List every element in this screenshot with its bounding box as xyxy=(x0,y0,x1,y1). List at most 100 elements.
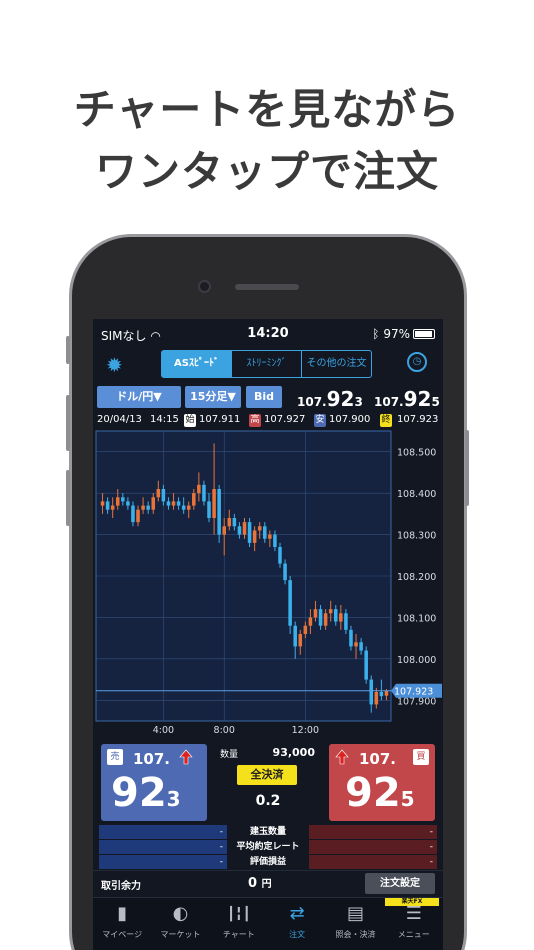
timer-icon[interactable]: ◷ xyxy=(407,352,427,372)
close-tag: 終 xyxy=(380,414,392,427)
gear-icon[interactable]: ✹ xyxy=(106,353,123,377)
low-value: 107.900 xyxy=(329,414,371,425)
ohlc-date: 20/04/13 xyxy=(97,414,142,425)
candle-body xyxy=(298,634,303,647)
tab-streaming[interactable]: ｽﾄﾘｰﾐﾝｸﾞ xyxy=(232,351,302,377)
x-tick-label: 4:00 xyxy=(153,725,174,736)
currency-pair-select[interactable]: ドル/円▼ xyxy=(97,386,181,408)
candle xyxy=(364,646,368,684)
candle-body xyxy=(278,547,282,564)
candle-body xyxy=(313,609,318,618)
y-tick-label: 108.100 xyxy=(397,613,436,624)
x-tick-label: 8:00 xyxy=(214,725,235,736)
y-tick-label: 107.900 xyxy=(397,696,436,707)
headline-line-2: ワンタップで注文 xyxy=(94,147,439,196)
candlestick-chart[interactable]: 108.500 108.400 108.300 108.200 108.100 108.0… xyxy=(93,430,443,740)
y-tick-label: 108.400 xyxy=(397,489,436,500)
buy-price: 925 xyxy=(345,770,415,816)
candle-body xyxy=(105,501,110,510)
buy-price-prefix: 107. xyxy=(359,750,397,768)
arrow-up-icon xyxy=(335,749,349,765)
candle-body xyxy=(202,484,206,502)
candle-body xyxy=(308,617,313,626)
candle-body xyxy=(192,493,196,506)
bookmark-icon: ▮ xyxy=(117,903,128,924)
candle-body xyxy=(171,501,176,506)
candle-body xyxy=(328,609,333,614)
position-summary: - 建玉数量 - - 平均約定レート - - 評価損益 - xyxy=(93,823,443,869)
tab-other-orders[interactable]: その他の注文 xyxy=(302,351,371,377)
arrow-up-icon xyxy=(179,749,193,765)
candle-body xyxy=(176,501,181,506)
status-bar: SIMなし ◠ 14:20 ᛒ 97% xyxy=(93,319,443,347)
order-mode-tabs: ASｽﾋﾟｰﾄﾞ ｽﾄﾘｰﾐﾝｸﾞ その他の注文 xyxy=(161,350,372,378)
high-tag: 高 xyxy=(249,414,261,427)
tab-order[interactable]: ⇄ 注文 xyxy=(268,898,326,950)
close-value: 107.923 xyxy=(397,414,439,425)
ask-quote: 107.925 xyxy=(374,387,440,411)
tab-mypage[interactable]: ▮ マイページ xyxy=(93,898,151,950)
order-settings-button[interactable]: 注文設定 xyxy=(365,873,435,894)
open-tag: 始 xyxy=(184,414,196,427)
y-tick-label: 108.000 xyxy=(397,655,436,666)
earpiece-speaker xyxy=(235,284,299,290)
sell-price: 923 xyxy=(111,770,181,816)
candle-body xyxy=(166,501,171,506)
x-tick-label: 12:00 xyxy=(292,725,319,736)
low-tag: 安 xyxy=(314,414,326,427)
position-row: - 建玉数量 - xyxy=(93,825,443,839)
bid-quote: 107.923 xyxy=(297,387,363,411)
sell-button[interactable]: 売 107. 923 xyxy=(101,744,207,821)
candle xyxy=(247,518,252,547)
candle-body xyxy=(247,522,252,543)
candle-body xyxy=(252,530,257,543)
tab-as-speed[interactable]: ASｽﾋﾟｰﾄﾞ xyxy=(162,351,232,377)
candle-body xyxy=(268,534,272,539)
candle-body xyxy=(364,650,368,680)
candle-body xyxy=(369,679,374,705)
y-tick-label: 108.500 xyxy=(397,448,436,459)
candle-body xyxy=(323,613,328,626)
order-top-bar: ✹ ASｽﾋﾟｰﾄﾞ ｽﾄﾘｰﾐﾝｸﾞ その他の注文 ◷ xyxy=(93,347,443,383)
candle-body xyxy=(161,489,166,502)
quantity-label: 数量 xyxy=(220,750,239,760)
close-all-button[interactable]: 全決済 xyxy=(237,765,297,785)
globe-icon: ◐ xyxy=(172,903,189,924)
buy-button[interactable]: 107. 買 925 xyxy=(329,744,435,821)
candle-body xyxy=(333,609,338,622)
candle-body xyxy=(110,505,115,510)
mute-switch xyxy=(66,336,70,364)
price-type-button[interactable]: Bid xyxy=(246,386,282,408)
candle xyxy=(217,484,221,543)
open-value: 107.911 xyxy=(199,414,241,425)
tab-menu[interactable]: 楽天FX ☰ メニュー xyxy=(384,898,443,950)
trading-margin-row: 取引余力 0 円 注文設定 xyxy=(93,870,443,896)
interval-select[interactable]: 15分足▼ xyxy=(185,386,241,408)
current-price-label: 107.923 xyxy=(394,686,433,697)
candles-icon: ┃╏┃ xyxy=(227,907,251,922)
battery-indicator: ᛒ 97% xyxy=(372,327,435,341)
tab-inquiry[interactable]: ▤ 照会・決済 xyxy=(326,898,384,950)
y-tick-label: 108.200 xyxy=(397,572,436,583)
candle-body xyxy=(237,526,242,535)
candle-body xyxy=(257,526,262,531)
volume-down-button xyxy=(66,470,70,526)
ohlc-time: 14:15 xyxy=(150,414,179,425)
quantity-value[interactable]: 93,000 xyxy=(273,746,315,759)
candle-body xyxy=(100,501,105,506)
candle-body xyxy=(273,534,277,547)
order-icon: ⇄ xyxy=(289,903,305,924)
menu-icon: ☰ xyxy=(405,903,422,924)
tab-market[interactable]: ◐ マーケット xyxy=(151,898,209,950)
tab-chart[interactable]: ┃╏┃ チャート xyxy=(210,898,268,950)
candle-body xyxy=(303,625,308,634)
bottom-tab-bar: ▮ マイページ ◐ マーケット ┃╏┃ チャート ⇄ 注文 ▤ 照会・決済 楽天… xyxy=(93,897,443,950)
volume-up-button xyxy=(66,395,70,451)
candle-body xyxy=(344,613,348,630)
candle-body xyxy=(293,625,297,647)
y-tick-label: 108.300 xyxy=(397,531,436,542)
candle-body xyxy=(151,497,156,510)
candle-body xyxy=(318,609,323,626)
candle-body xyxy=(186,505,191,510)
speed-order-panel: 売 107. 923 数量 93,000 全決済 0.2 107. 買 925 xyxy=(93,741,443,821)
